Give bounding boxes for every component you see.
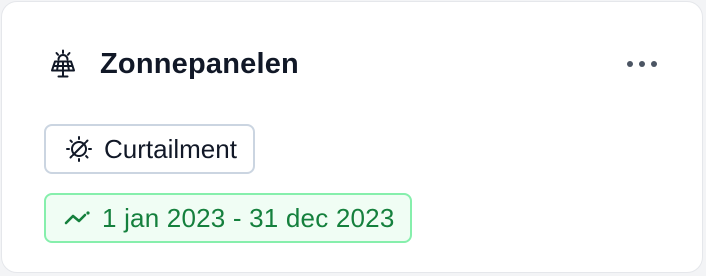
date-range-label: 1 jan 2023 - 31 dec 2023 bbox=[102, 202, 395, 233]
date-range-tag[interactable]: 1 jan 2023 - 31 dec 2023 bbox=[44, 193, 413, 243]
trend-line-icon bbox=[64, 208, 92, 228]
card-title: Zonnepanelen bbox=[100, 47, 299, 80]
solar-panel-icon bbox=[46, 47, 80, 81]
solar-card: Zonnepanelen Curtailment 1 jan 2023 - 31… bbox=[1, 1, 703, 273]
more-options-button[interactable] bbox=[622, 47, 662, 81]
card-header: Zonnepanelen bbox=[46, 44, 662, 84]
sun-off-icon bbox=[64, 134, 94, 164]
curtailment-tag[interactable]: Curtailment bbox=[44, 124, 255, 174]
more-horizontal-icon bbox=[626, 60, 658, 68]
curtailment-label: Curtailment bbox=[104, 133, 237, 164]
